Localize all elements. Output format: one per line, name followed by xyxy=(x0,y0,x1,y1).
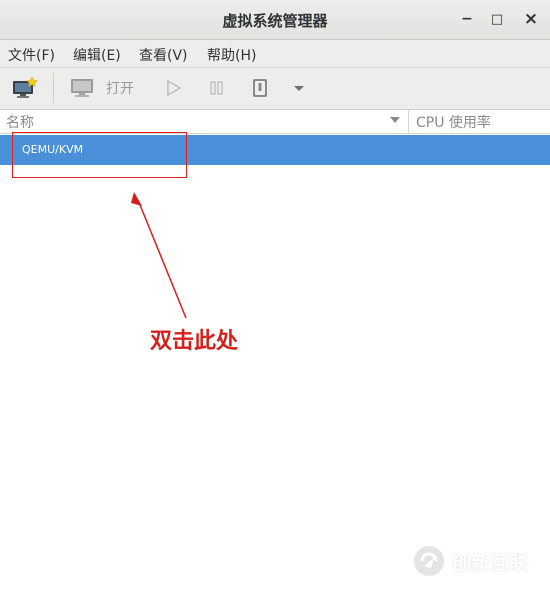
watermark-text: 创新互联 xyxy=(452,551,529,574)
watermark: 创新互联 xyxy=(412,544,528,578)
watermark-logo-icon xyxy=(414,546,444,576)
annotation-text: 双击此处 xyxy=(150,328,239,354)
annotation-arrow xyxy=(131,192,187,319)
